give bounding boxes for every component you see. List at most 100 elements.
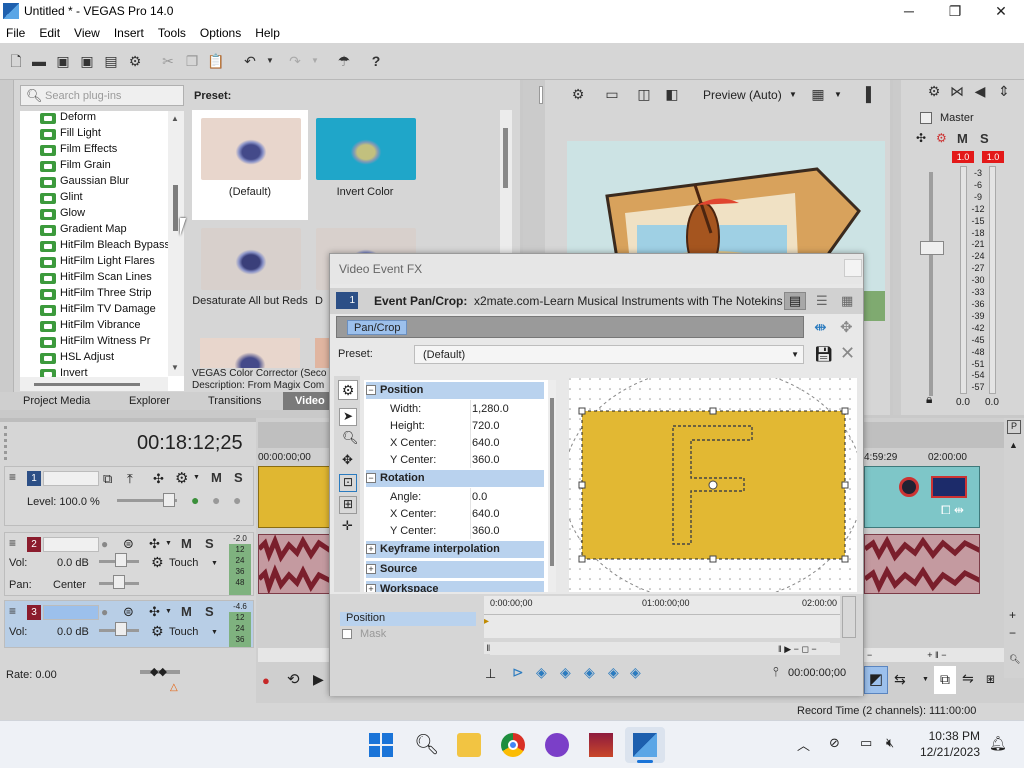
plugin-item[interactable]: Film Grain bbox=[40, 159, 111, 175]
timeline-vscroll[interactable]: P ▲ + − 🔍︎ bbox=[1004, 418, 1024, 678]
file-explorer-icon[interactable] bbox=[457, 733, 481, 757]
collapse-toggle-icon[interactable]: − bbox=[366, 385, 376, 395]
clock-time[interactable]: 10:38 PM bbox=[926, 729, 980, 743]
kf-cursor-time[interactable]: 00:00:00;00 bbox=[788, 667, 846, 679]
notification-bell-icon[interactable]: 🔔︎ bbox=[989, 735, 1007, 752]
scroll-thumb[interactable] bbox=[550, 398, 554, 566]
pan-crop-workspace[interactable]: F bbox=[562, 366, 864, 604]
compositing-icon[interactable]: ● bbox=[191, 492, 199, 508]
chevron-down-icon[interactable]: ▼ bbox=[789, 90, 797, 99]
plugin-item[interactable]: HitFilm Witness Pr bbox=[40, 335, 150, 351]
video-event-clip[interactable]: ⧠ ⇹ bbox=[864, 466, 980, 528]
property-row[interactable]: Y Center: 360.0 bbox=[376, 522, 544, 539]
group-workspace[interactable]: + Workspace bbox=[366, 581, 544, 592]
chevron-down-icon[interactable]: ▼ bbox=[211, 560, 218, 567]
track-fx-icon[interactable]: ✣ bbox=[149, 604, 160, 620]
next-keyframe-icon[interactable]: ◈ bbox=[584, 664, 595, 681]
vegas-app-icon[interactable] bbox=[3, 3, 19, 19]
plugin-chain-icon[interactable]: ⇼ bbox=[814, 318, 827, 336]
solo-button[interactable]: S bbox=[205, 536, 214, 551]
keyframe-marker-icon[interactable]: ▸ bbox=[484, 616, 489, 627]
solo-button[interactable]: S bbox=[205, 604, 214, 619]
automation-mode[interactable]: Touch bbox=[169, 626, 198, 638]
plugin-item[interactable]: HitFilm Scan Lines bbox=[40, 271, 152, 287]
kf-track-mask[interactable]: Mask bbox=[360, 628, 386, 640]
tab-transitions[interactable]: Transitions bbox=[208, 395, 261, 407]
video-event-clip[interactable] bbox=[258, 466, 330, 528]
chevron-down-icon[interactable]: ▼ bbox=[922, 676, 929, 683]
expand-toggle-icon[interactable]: + bbox=[366, 584, 376, 592]
game-app-icon[interactable] bbox=[545, 733, 569, 757]
plugin-item[interactable]: Fill Light bbox=[40, 127, 101, 143]
composite-mode-gear-icon[interactable]: ⚙ bbox=[175, 469, 188, 487]
close-button[interactable]: ✕ bbox=[978, 0, 1024, 23]
group-rotation[interactable]: − Rotation bbox=[366, 470, 544, 487]
track-header-video-1[interactable]: ≡ 1 ⧉ ⤒ ✣ ⚙ ▼ M S Level: 100.0 % ● ● ● bbox=[4, 466, 254, 526]
auto-ripple-icon[interactable]: ⇋ bbox=[962, 670, 974, 687]
arm-record-icon[interactable]: ● bbox=[101, 605, 108, 619]
group-keyframe-interpolation[interactable]: + Keyframe interpolation bbox=[366, 541, 544, 558]
track-name-field[interactable] bbox=[43, 605, 99, 620]
menu-insert[interactable]: Insert bbox=[107, 23, 151, 43]
clock-date[interactable]: 12/21/2023 bbox=[914, 745, 980, 759]
audio-event-clip[interactable] bbox=[864, 534, 980, 594]
blend-icon[interactable]: ● bbox=[233, 492, 241, 508]
track-number[interactable]: 3 bbox=[27, 605, 41, 620]
chevron-down-icon[interactable]: ▼ bbox=[165, 608, 172, 615]
maximize-button[interactable]: ❐ bbox=[932, 0, 978, 23]
first-keyframe-icon[interactable]: ⊳ bbox=[512, 664, 524, 681]
lock-icon[interactable]: 🔒︎ bbox=[926, 392, 932, 407]
track-minimize-icon[interactable]: ≡ bbox=[9, 536, 16, 550]
kf-zoom-bar[interactable]: ‖ ▶ − ◻ − bbox=[490, 643, 840, 655]
scroll-thumb[interactable] bbox=[34, 383, 140, 386]
property-grid[interactable]: − Position Width: 1,280.0 Height: 720.0 X C… bbox=[364, 380, 548, 592]
preset-thumbnail[interactable]: Desaturate All but Reds bbox=[192, 220, 308, 330]
plugin-item[interactable]: HSL Adjust bbox=[40, 351, 114, 367]
loop-playback-icon[interactable]: ⟲ bbox=[287, 670, 300, 688]
help-icon[interactable]: ? bbox=[368, 53, 384, 69]
plugin-item[interactable]: Glow bbox=[40, 207, 85, 223]
scroll-thumb[interactable] bbox=[173, 185, 178, 231]
envelope-tool-icon[interactable]: ⇆ bbox=[894, 671, 906, 688]
undo-icon[interactable]: ↶ bbox=[242, 53, 258, 69]
plugin-item[interactable]: Gradient Map bbox=[40, 223, 127, 239]
mute-button[interactable]: M bbox=[181, 536, 192, 551]
automation-mode[interactable]: Touch bbox=[169, 557, 198, 569]
properties-gear-icon[interactable]: ⚙ bbox=[127, 53, 143, 69]
chrome-icon[interactable] bbox=[501, 733, 525, 757]
expand-toggle-icon[interactable]: + bbox=[366, 544, 376, 554]
mute-button[interactable]: M bbox=[957, 131, 968, 146]
master-bus-icon[interactable] bbox=[920, 112, 932, 124]
delete-preset-icon[interactable]: ✕ bbox=[840, 343, 855, 364]
level-slider-handle[interactable] bbox=[163, 493, 175, 507]
plugin-item[interactable]: Deform bbox=[40, 111, 96, 127]
property-row[interactable]: Angle: 0.0 bbox=[376, 488, 544, 505]
normal-edit-tool-icon[interactable]: ◩ bbox=[864, 666, 888, 694]
collapse-toggle-icon[interactable]: − bbox=[366, 473, 376, 483]
snapping-icon[interactable]: ⧉ bbox=[934, 666, 956, 694]
mute-button[interactable]: M bbox=[211, 470, 222, 485]
invert-phase-icon[interactable]: ⊜ bbox=[123, 604, 134, 620]
property-row[interactable]: Width: 1,280.0 bbox=[376, 400, 544, 417]
display-icon[interactable]: ▭ bbox=[860, 735, 872, 751]
bus-fx-icon[interactable]: ✣ bbox=[916, 131, 926, 145]
master-fader-handle[interactable] bbox=[920, 241, 944, 255]
remove-plugin-icon[interactable]: ✥ bbox=[840, 318, 853, 336]
peak-indicator-left[interactable]: 1.0 bbox=[952, 151, 974, 163]
track-minimize-icon[interactable]: ≡ bbox=[9, 470, 16, 484]
track-header-audio-3[interactable]: ≡ 3 ● ⊜ ✣ ▼ M S -4.6 12 24 36 Vol: 0.0 d… bbox=[4, 600, 254, 648]
save-as-icon[interactable]: ▣ bbox=[79, 53, 95, 69]
chevron-down-icon[interactable]: ▼ bbox=[165, 540, 172, 547]
preview-properties-gear-icon[interactable]: ⚙ bbox=[570, 86, 586, 102]
plugin-item[interactable]: HitFilm Light Flares bbox=[40, 255, 155, 271]
move-freely-icon[interactable]: ✛ bbox=[342, 518, 353, 534]
winrar-icon[interactable] bbox=[589, 733, 613, 757]
preset-thumbnail[interactable]: Invert Color bbox=[307, 110, 423, 220]
event-grouping-icon[interactable]: ⧆ bbox=[986, 670, 995, 687]
property-row[interactable]: Y Center: 360.0 bbox=[376, 451, 544, 468]
panel-grip[interactable] bbox=[0, 80, 14, 392]
whats-this-icon[interactable]: ☂ bbox=[336, 53, 352, 69]
chevron-down-icon[interactable]: ▼ bbox=[211, 629, 218, 636]
track-name-field[interactable] bbox=[43, 537, 99, 552]
timeline-zoom-bar[interactable]: − + ‖ − bbox=[862, 648, 1008, 662]
